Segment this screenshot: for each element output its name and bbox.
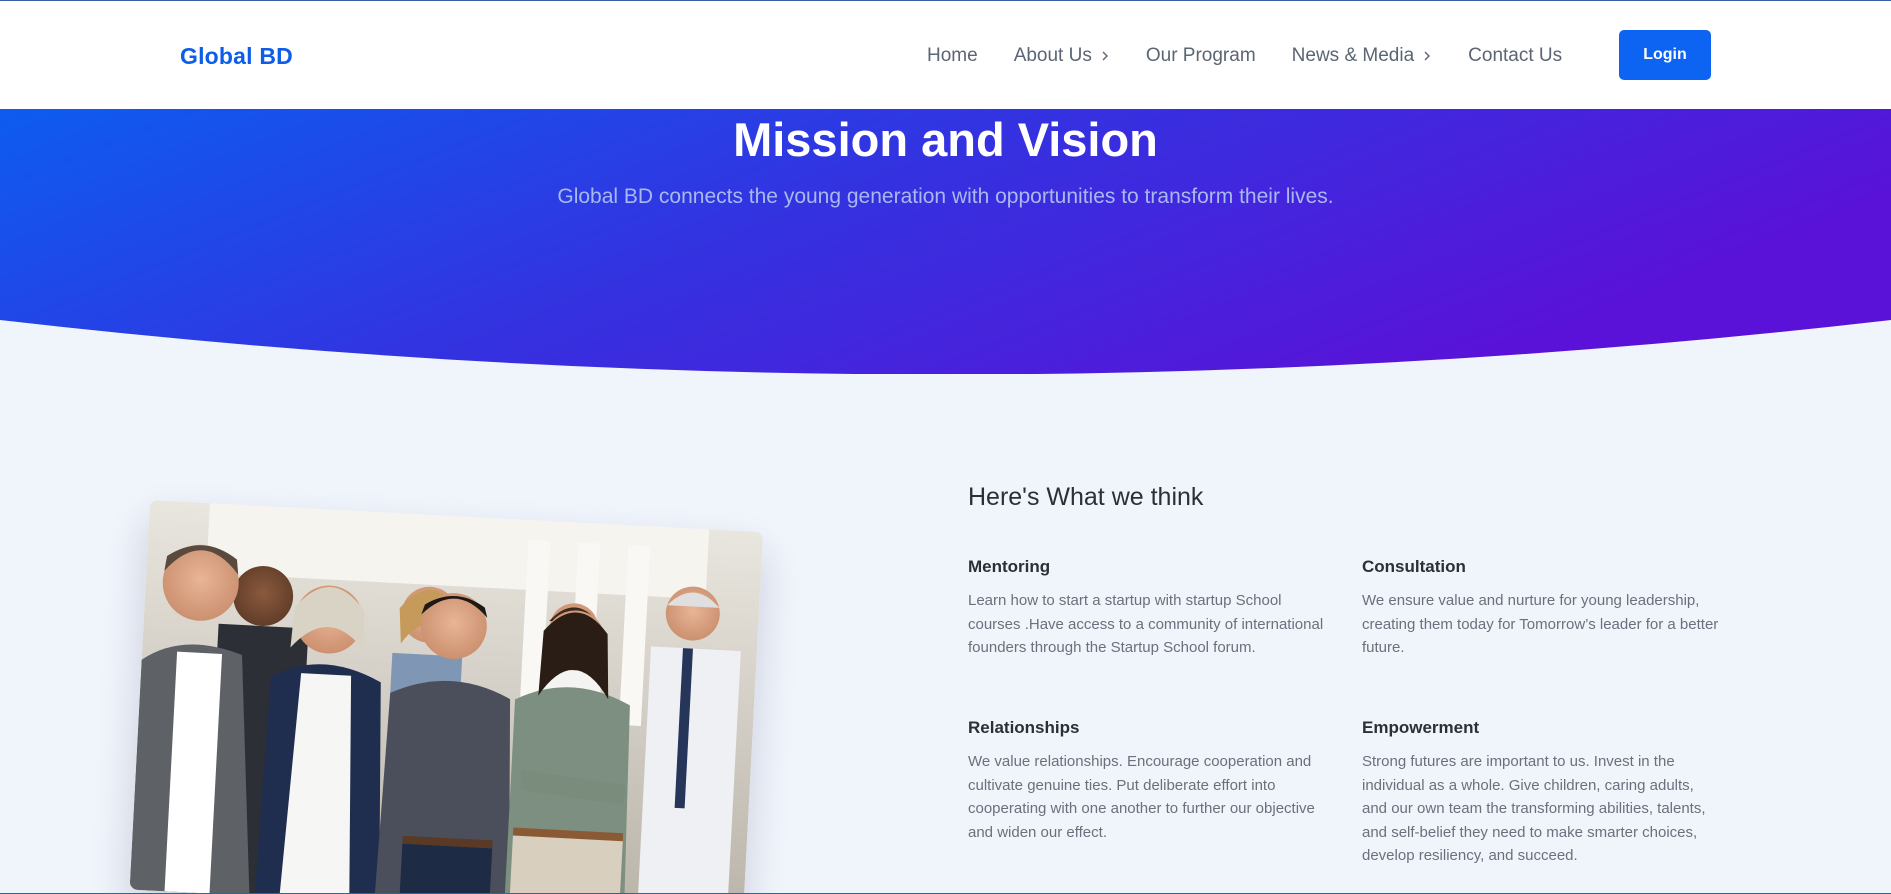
nav-home-label: Home (927, 45, 978, 66)
feature-text: We ensure value and nurture for young le… (1362, 592, 1719, 656)
nav-contact-us-label: Contact Us (1468, 45, 1563, 66)
top-navbar: Global BD Home About Us Our Program News… (0, 1, 1891, 109)
feature-text: We value relationships. Encourage cooper… (968, 753, 1315, 841)
feature-mentoring: Mentoring Learn how to start a startup w… (968, 557, 1328, 660)
nav-our-program-label: Our Program (1145, 45, 1256, 66)
team-photo (129, 500, 764, 894)
brand-logo[interactable]: Global BD (180, 43, 293, 70)
main-nav: Home About Us Our Program News & Media C… (927, 45, 1598, 67)
hero-banner: Mission and Vision Global BD connects th… (0, 109, 1891, 374)
nav-home[interactable]: Home (927, 45, 978, 67)
hero-subtitle: Global BD connects the young generation … (557, 185, 1334, 208)
feature-relationships: Relationships We value relationships. En… (968, 718, 1328, 844)
feature-title: Mentoring (968, 557, 1051, 576)
section-title: Here's What we think (968, 483, 1204, 511)
feature-consultation: Consultation We ensure value and nurture… (1362, 557, 1722, 660)
feature-title: Relationships (968, 718, 1080, 737)
chevron-right-icon (1102, 51, 1108, 61)
nav-news-media[interactable]: News & Media (1292, 45, 1433, 67)
nav-about-us-label: About Us (1013, 45, 1092, 66)
nav-about-us[interactable]: About Us (1014, 45, 1110, 67)
feature-text: Learn how to start a startup with startu… (968, 592, 1324, 656)
nav-our-program[interactable]: Our Program (1146, 45, 1256, 67)
feature-title: Empowerment (1362, 718, 1480, 737)
page-title: Mission and Vision (733, 113, 1158, 166)
feature-text: Strong futures are important to us. Inve… (1362, 753, 1706, 864)
nav-news-media-label: News & Media (1291, 45, 1415, 66)
feature-title: Consultation (1362, 557, 1466, 576)
login-button[interactable]: Login (1619, 30, 1711, 80)
feature-empowerment: Empowerment Strong futures are important… (1362, 718, 1722, 868)
nav-contact-us[interactable]: Contact Us (1468, 45, 1562, 67)
chevron-right-icon (1424, 51, 1431, 61)
